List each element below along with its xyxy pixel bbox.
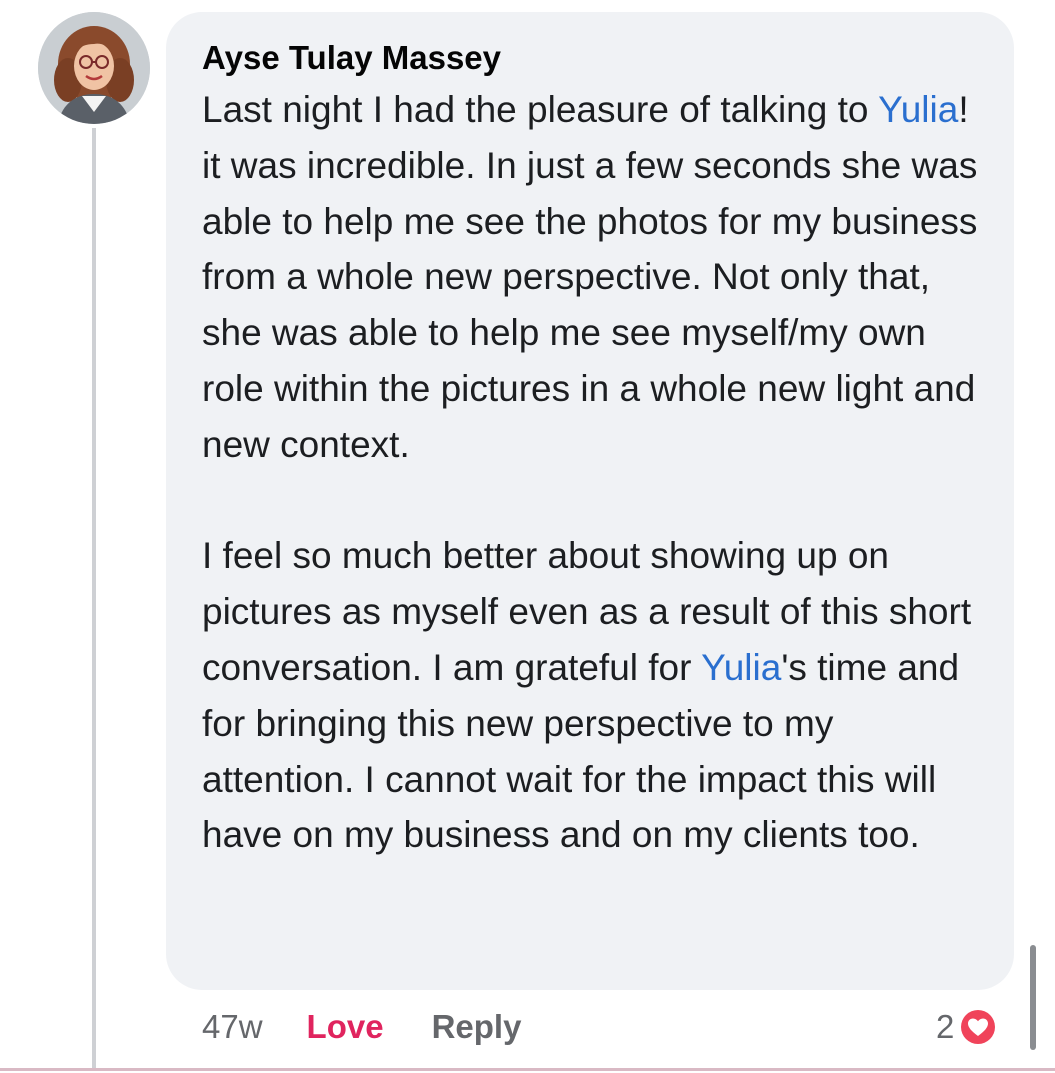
love-button[interactable]: Love <box>307 1008 384 1046</box>
comment-paragraph-1: Last night I had the pleasure of talking… <box>202 82 984 473</box>
mention-link-yulia[interactable]: Yulia <box>701 647 781 688</box>
comment-text-segment: ! it was incredible. In just a few secon… <box>202 89 978 465</box>
heart-icon <box>958 1007 998 1047</box>
mention-link-yulia[interactable]: Yulia <box>878 89 958 130</box>
author-name[interactable]: Ayse Tulay Massey <box>202 38 984 78</box>
timestamp[interactable]: 47w <box>202 1008 263 1046</box>
scrollbar[interactable] <box>1030 945 1036 1050</box>
comment-text: Last night I had the pleasure of talking… <box>202 82 984 863</box>
comment-actions: 47w Love Reply <box>202 1004 521 1050</box>
comment-paragraph-2: I feel so much better about showing up o… <box>202 528 984 863</box>
reactions-summary[interactable]: 2 <box>936 1004 998 1050</box>
reply-button[interactable]: Reply <box>432 1008 522 1046</box>
thread-line <box>92 128 96 1068</box>
divider <box>0 1068 1055 1071</box>
comment-text-segment: Last night I had the pleasure of talking… <box>202 89 879 130</box>
avatar-image <box>38 12 150 124</box>
avatar[interactable] <box>38 12 150 124</box>
comment-bubble: Ayse Tulay Massey Last night I had the p… <box>166 12 1014 990</box>
reaction-count: 2 <box>936 1008 955 1045</box>
